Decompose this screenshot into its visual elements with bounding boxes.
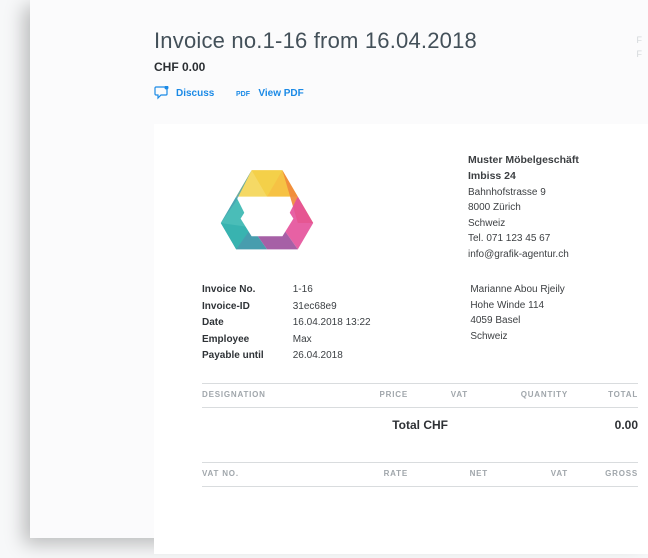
discuss-label: Discuss	[176, 88, 214, 99]
company-street: Bahnhofstrasse 9	[468, 185, 638, 201]
total-row: Total CHF 0.00	[154, 408, 648, 444]
invoice-meta-labels: Invoice No. Invoice-ID Date Employee Pay…	[202, 282, 293, 365]
page-title: Invoice no.1-16 from 16.04.2018	[154, 28, 648, 54]
invoice-document: Muster Möbelgeschäft Imbiss 24 Bahnhofst…	[154, 124, 648, 554]
invoice-employee-value: Max	[293, 332, 471, 349]
company-name-2: Imbiss 24	[468, 168, 638, 184]
view-pdf-button[interactable]: PDF View PDF	[236, 86, 303, 100]
company-address: Muster Möbelgeschäft Imbiss 24 Bahnhofst…	[468, 152, 648, 272]
line-items-header: DESIGNATION PRICE VAT QUANTITY TOTAL	[154, 384, 648, 405]
recipient-country: Schweiz	[470, 329, 638, 345]
invoice-id-value: 31ec68e9	[293, 299, 471, 316]
svg-text:PDF: PDF	[236, 91, 251, 98]
discuss-button[interactable]: Discuss	[154, 86, 214, 100]
invoice-date-value: 16.04.2018 13:22	[293, 315, 471, 332]
recipient-street: Hohe Winde 114	[470, 298, 638, 314]
company-name-1: Muster Möbelgeschäft	[468, 152, 638, 168]
recipient-name: Marianne Abou Rjeily	[470, 282, 638, 298]
total-label: Total CHF	[202, 418, 568, 432]
recipient-address: Marianne Abou Rjeily Hohe Winde 114 4059…	[470, 282, 648, 365]
view-pdf-label: View PDF	[258, 88, 303, 99]
total-value: 0.00	[568, 418, 638, 432]
pdf-icon: PDF	[236, 86, 252, 100]
company-logo	[202, 152, 332, 272]
invoice-no-value: 1-16	[293, 282, 471, 299]
recipient-city: 4059 Basel	[470, 313, 638, 329]
discuss-icon	[154, 86, 170, 100]
company-city: 8000 Zürich	[468, 200, 638, 216]
company-email: info@grafik-agentur.ch	[468, 247, 638, 263]
company-tel: Tel. 071 123 45 67	[468, 231, 638, 247]
company-country: Schweiz	[468, 216, 638, 232]
invoice-meta-values: 1-16 31ec68e9 16.04.2018 13:22 Max 26.04…	[293, 282, 471, 365]
divider	[202, 486, 638, 487]
invoice-amount: CHF 0.00	[154, 60, 648, 74]
invoice-payable-value: 26.04.2018	[293, 348, 471, 365]
vat-header: VAT NO. RATE NET VAT GROSS	[154, 463, 648, 484]
side-cutoff-text: F F	[637, 34, 643, 61]
